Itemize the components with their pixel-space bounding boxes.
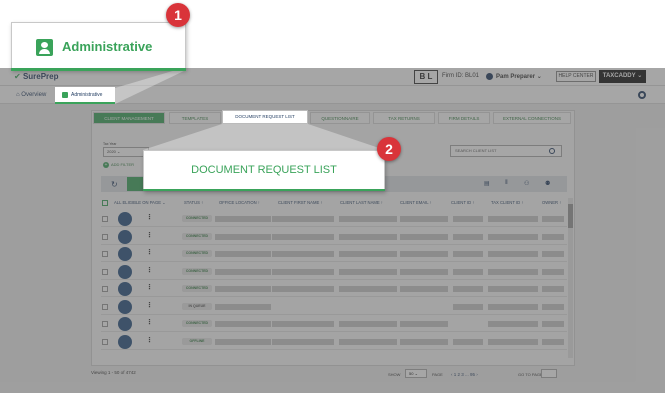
callout1-connector xyxy=(115,67,186,104)
step-badge-2: 2 xyxy=(377,137,401,161)
callout2-underline xyxy=(143,189,385,191)
callout1-underline xyxy=(11,68,186,71)
screenshot-stage: ✔ SurePrep B L Firm ID: BL01 Pam Prepare… xyxy=(0,0,665,393)
callout2-connector xyxy=(143,124,385,150)
administrative-user-icon xyxy=(36,39,53,56)
step-badge-1: 1 xyxy=(166,3,190,27)
callout-administrative-text: Administrative xyxy=(62,39,153,54)
callout-document-request-list-text: DOCUMENT REQUEST LIST xyxy=(191,164,337,176)
